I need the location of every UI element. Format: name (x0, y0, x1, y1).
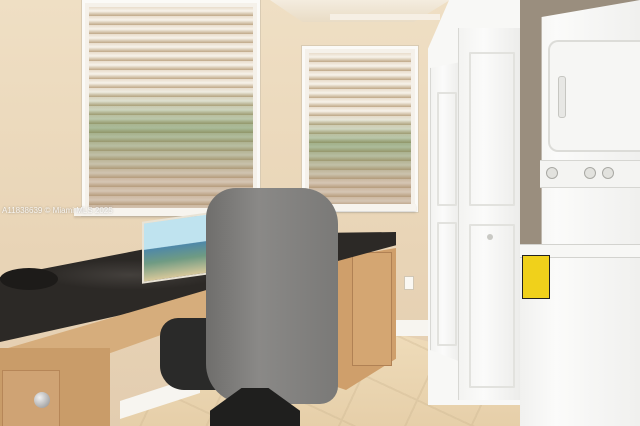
window-right (302, 46, 418, 212)
bifold-door-left[interactable] (430, 62, 461, 362)
wall-outlet (404, 276, 414, 290)
window-view-right (309, 53, 411, 205)
drawer-knob[interactable] (34, 392, 50, 408)
window-left (82, 0, 260, 216)
router-device (0, 268, 58, 290)
crown-molding (330, 14, 440, 20)
room-photo: A11838639 © Miami MLS 2025 (0, 0, 640, 426)
dryer-handle[interactable] (558, 76, 566, 118)
mls-watermark: A11838639 © Miami MLS 2025 (2, 206, 113, 215)
dryer-door[interactable] (548, 40, 640, 152)
cabinet-door[interactable] (352, 252, 392, 366)
baseboard-right (390, 320, 430, 336)
desk-drawer[interactable] (2, 370, 60, 426)
door-knob[interactable] (487, 234, 493, 240)
bifold-door-right[interactable] (458, 28, 521, 400)
control-dial-1[interactable] (546, 167, 558, 179)
control-dial-2[interactable] (584, 167, 596, 179)
warning-label (522, 255, 550, 299)
window-view-left (89, 7, 253, 209)
control-panel (540, 160, 640, 188)
office-chair-back (206, 188, 338, 404)
control-dial-3[interactable] (602, 167, 614, 179)
